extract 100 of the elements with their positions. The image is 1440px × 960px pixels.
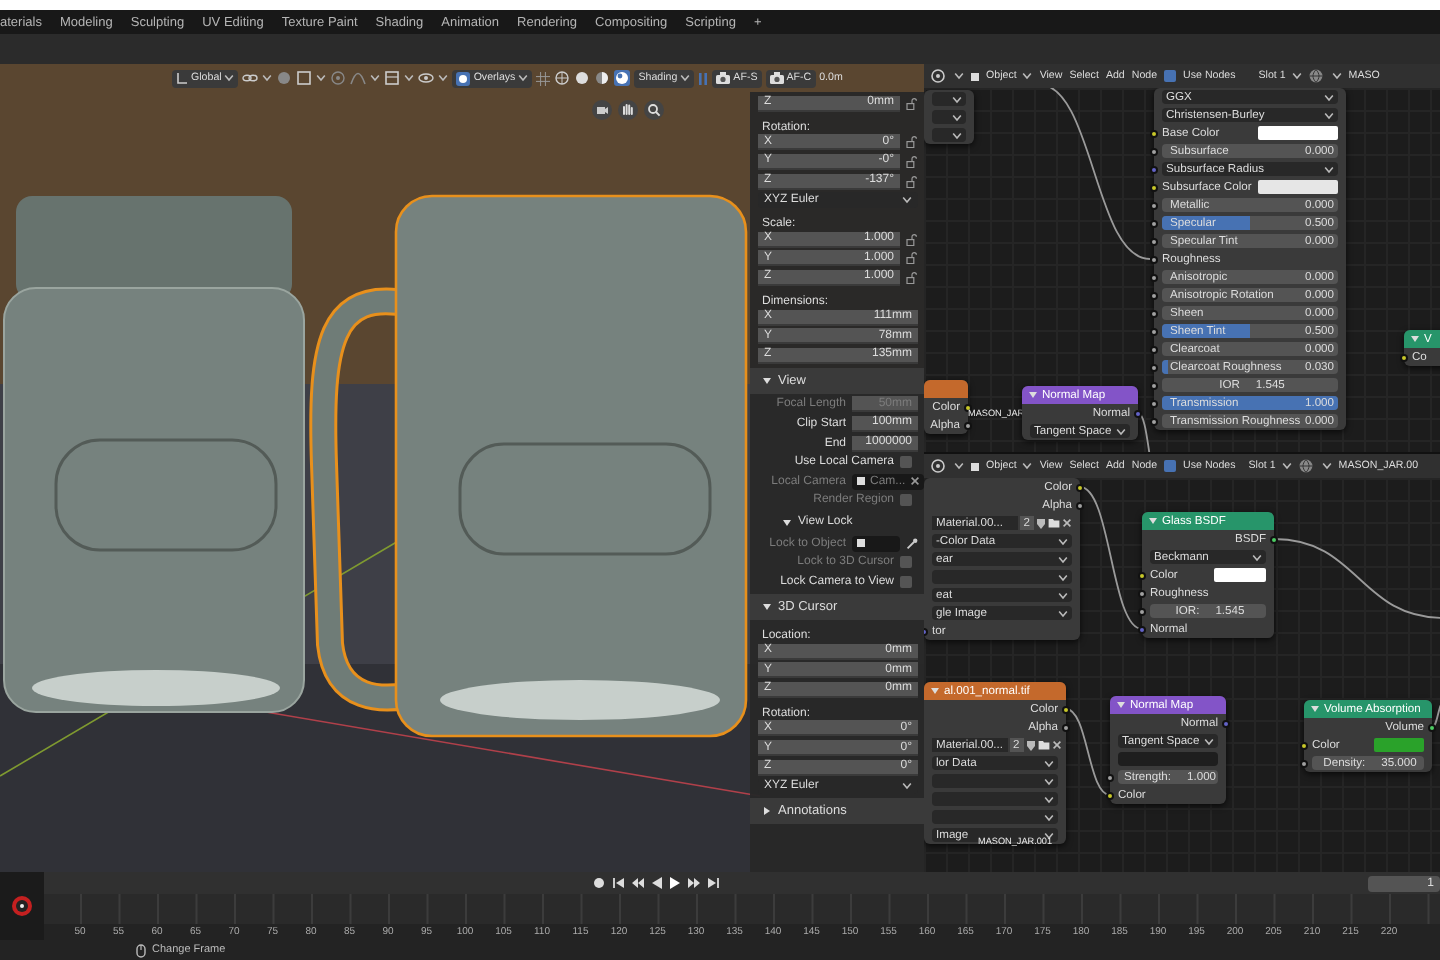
- grid-icon[interactable]: [536, 71, 551, 85]
- socket-icon[interactable]: [1300, 741, 1308, 749]
- lock-icon[interactable]: [906, 271, 918, 284]
- eye-icon[interactable]: [418, 70, 435, 86]
- checkbox[interactable]: [900, 576, 912, 589]
- shield-icon[interactable]: [1036, 517, 1046, 529]
- socket-icon[interactable]: [1150, 147, 1158, 155]
- curve-icon[interactable]: [350, 70, 367, 86]
- color-swatch[interactable]: [1258, 126, 1338, 140]
- caret-icon: [1281, 462, 1292, 470]
- caret-icon: [902, 782, 912, 791]
- dropdown[interactable]: [932, 92, 966, 106]
- caret-icon: [518, 74, 529, 82]
- hand-icon[interactable]: [618, 100, 638, 120]
- socket-icon[interactable]: [1150, 237, 1158, 245]
- shader-node[interactable]: [924, 90, 974, 144]
- caret-icon: [1252, 553, 1262, 561]
- disclosure-triangle-icon: [1148, 516, 1158, 526]
- eyedropper-icon[interactable]: [906, 537, 918, 550]
- dropdown[interactable]: [932, 128, 966, 142]
- socket-icon[interactable]: [964, 403, 972, 411]
- cube-icon: [856, 538, 866, 549]
- caret-icon: [680, 74, 691, 82]
- caret-icon: [404, 74, 415, 82]
- socket-icon[interactable]: [1150, 273, 1158, 281]
- rendered-shading-icon[interactable]: [614, 70, 631, 86]
- lock-icon[interactable]: [906, 136, 918, 149]
- socket-icon[interactable]: [1106, 773, 1114, 781]
- caret-icon: [902, 196, 912, 205]
- record-icon[interactable]: [592, 876, 606, 890]
- square-icon[interactable]: [296, 70, 313, 86]
- editor-type-icon[interactable]: [930, 458, 946, 474]
- socket-icon[interactable]: [1150, 201, 1158, 209]
- camera-icon[interactable]: [592, 100, 612, 120]
- shield-icon[interactable]: [1025, 739, 1036, 751]
- socket-icon[interactable]: [1076, 501, 1084, 509]
- socket-icon[interactable]: [1150, 291, 1158, 299]
- close-icon[interactable]: [1062, 518, 1072, 528]
- caret-icon: [1331, 72, 1342, 80]
- lock-icon[interactable]: [906, 175, 918, 188]
- socket-icon[interactable]: [1400, 353, 1408, 361]
- socket-icon[interactable]: [1300, 759, 1308, 767]
- socket-icon[interactable]: [1150, 255, 1158, 263]
- color-swatch[interactable]: [1373, 738, 1424, 752]
- wireframe-shading-icon[interactable]: [554, 70, 571, 86]
- globe-icon[interactable]: [1308, 68, 1325, 84]
- play-reverse-icon[interactable]: [649, 876, 663, 890]
- caret-icon: [953, 462, 963, 470]
- close-icon[interactable]: [1051, 740, 1062, 750]
- socket-icon[interactable]: [1150, 183, 1158, 191]
- socket-icon[interactable]: [1138, 589, 1146, 597]
- socket-icon[interactable]: [1150, 327, 1158, 335]
- socket-icon[interactable]: [1150, 381, 1158, 389]
- sphere-icon[interactable]: [276, 70, 293, 86]
- lock-icon[interactable]: [906, 97, 918, 110]
- chain-icon[interactable]: [242, 70, 259, 86]
- object-field[interactable]: [852, 535, 900, 552]
- color-swatch[interactable]: [1258, 180, 1338, 194]
- target-icon[interactable]: [330, 70, 347, 86]
- lock-icon[interactable]: [906, 155, 918, 168]
- checkbox[interactable]: [900, 456, 912, 469]
- axes-icon: [176, 72, 188, 84]
- socket-icon[interactable]: [1428, 723, 1436, 731]
- play-icon[interactable]: [668, 876, 682, 890]
- frame-icon[interactable]: [384, 70, 401, 86]
- shader-node[interactable]: [1154, 88, 1346, 430]
- socket-icon[interactable]: [1150, 345, 1158, 353]
- color-swatch[interactable]: [1213, 568, 1266, 582]
- next-key-icon[interactable]: [687, 876, 701, 890]
- material-shading-icon[interactable]: [594, 70, 611, 86]
- prev-key-icon[interactable]: [630, 876, 644, 890]
- socket-icon[interactable]: [1150, 309, 1158, 317]
- socket-icon[interactable]: [1076, 483, 1084, 491]
- socket-icon[interactable]: [1150, 129, 1158, 137]
- solid-shading-icon[interactable]: [574, 70, 591, 86]
- socket-icon[interactable]: [1150, 219, 1158, 227]
- checkbox[interactable]: [1164, 70, 1177, 82]
- uv-map-field[interactable]: [1118, 752, 1218, 766]
- socket-icon[interactable]: [1138, 571, 1146, 579]
- socket-icon[interactable]: [1106, 791, 1114, 799]
- folder-icon[interactable]: [1037, 740, 1050, 750]
- magnifier-icon[interactable]: [644, 100, 664, 120]
- socket-icon[interactable]: [1062, 705, 1070, 713]
- close-icon[interactable]: [909, 476, 920, 487]
- lock-icon[interactable]: [906, 252, 918, 265]
- caret-icon: [224, 74, 235, 82]
- socket-icon[interactable]: [1150, 363, 1158, 371]
- socket-icon[interactable]: [1270, 535, 1278, 543]
- socket-icon[interactable]: [1062, 723, 1070, 731]
- folder-icon[interactable]: [1048, 518, 1060, 528]
- lock-icon[interactable]: [906, 233, 918, 246]
- jump-start-icon[interactable]: [611, 876, 625, 890]
- socket-icon[interactable]: [1138, 607, 1146, 615]
- checkbox[interactable]: [1164, 460, 1177, 472]
- jump-end-icon[interactable]: [706, 876, 720, 890]
- dropdown[interactable]: [932, 110, 966, 124]
- editor-type-icon[interactable]: [930, 68, 946, 84]
- caret-icon: [1321, 462, 1332, 470]
- globe-icon[interactable]: [1298, 458, 1315, 474]
- socket-icon[interactable]: [964, 421, 972, 429]
